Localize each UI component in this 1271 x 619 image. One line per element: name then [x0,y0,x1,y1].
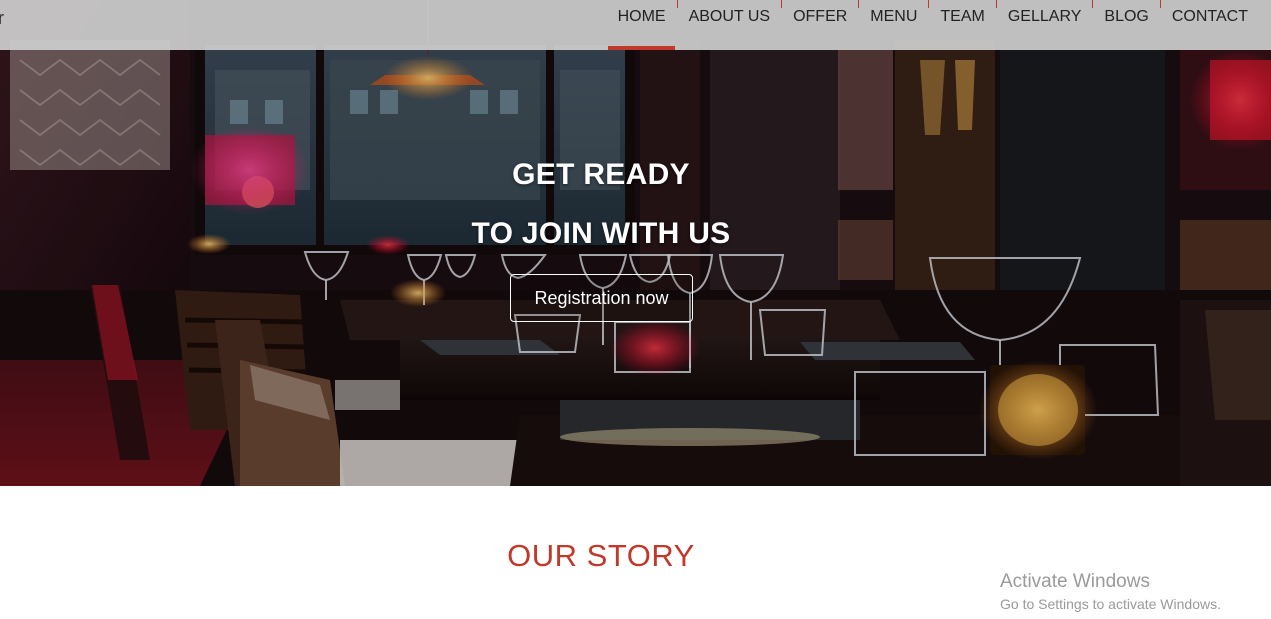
nav-menu: HOME ABOUT US OFFER MENU TEAM GELLARY BL… [606,0,1259,50]
nav-item-blog[interactable]: BLOG [1092,0,1159,50]
nav-item-about-us[interactable]: ABOUT US [676,0,782,50]
top-navbar: r HOME ABOUT US OFFER MENU TEAM GELLARY … [0,0,1271,50]
nav-label-team: TEAM [940,8,985,25]
nav-label-contact: CONTACT [1171,8,1248,25]
nav-item-menu[interactable]: MENU [858,0,928,50]
registration-button[interactable]: Registration now [510,274,693,322]
nav-label-offer: OFFER [793,8,848,25]
nav-label-gellary: GELLARY [1007,8,1082,25]
hero-heading-line1: GET READY [512,158,690,191]
nav-item-home[interactable]: HOME [606,0,677,50]
hero-section: GET READY TO JOIN WITH US Registration n… [0,0,1271,486]
section-title: OUR STORY [507,538,695,573]
nav-label-about-us: ABOUT US [688,8,771,25]
site-brand[interactable]: r [0,8,4,29]
nav-label-menu: MENU [870,8,918,25]
windows-activation-watermark: Activate Windows Go to Settings to activ… [1000,571,1221,613]
watermark-title: Activate Windows [1000,571,1150,592]
hero-heading-line2: TO JOIN WITH US [471,217,731,250]
nav-item-gellary[interactable]: GELLARY [995,0,1093,50]
nav-item-offer[interactable]: OFFER [781,0,858,50]
nav-label-home: HOME [617,8,666,25]
watermark-subtitle: Go to Settings to activate Windows. [1000,596,1221,612]
nav-item-contact[interactable]: CONTACT [1159,0,1259,50]
nav-label-blog: BLOG [1104,8,1149,25]
nav-item-team[interactable]: TEAM [928,0,995,50]
